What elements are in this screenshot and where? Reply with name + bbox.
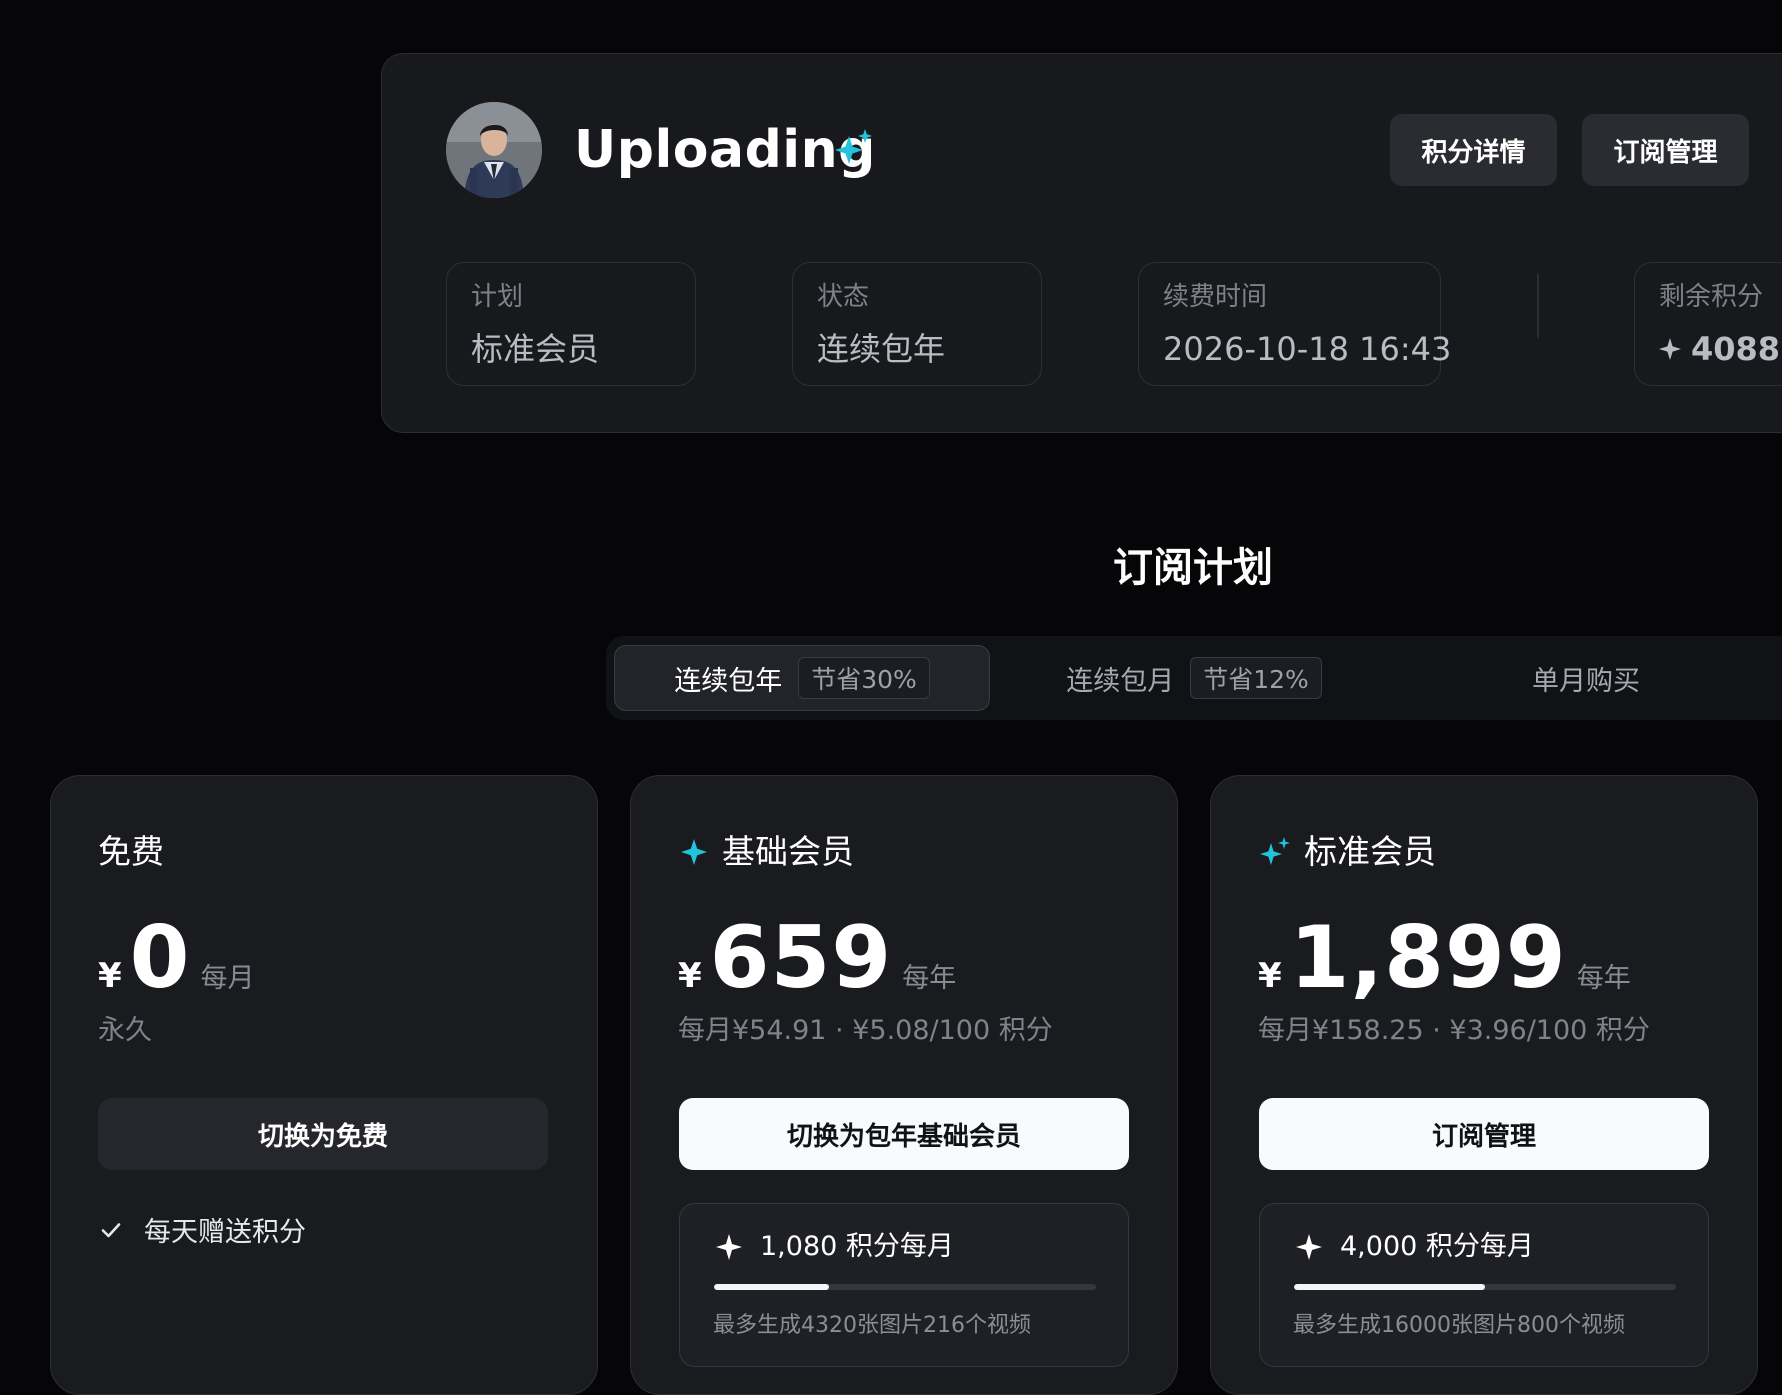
price-subtext: 每月¥158.25 · ¥3.96/100 积分 <box>1258 1015 1650 1046</box>
credits-amount: 1,080 积分每月 <box>760 1231 954 1262</box>
status-label: 状态 <box>817 282 870 312</box>
price-amount: 1,899 <box>1289 908 1567 1008</box>
tab-label: 连续包年 <box>674 665 783 697</box>
tab-monthly[interactable]: 连续包月 节省12% <box>1006 645 1382 711</box>
credits-progress-fill <box>714 1284 829 1290</box>
username: Uploading <box>574 120 876 180</box>
credits-info-box: 剩余积分 4088 <box>1634 262 1782 386</box>
credits-note: 最多生成16000张图片800个视频 <box>1293 1313 1625 1338</box>
credits-progress-fill <box>1294 1284 1485 1290</box>
plan-label: 计划 <box>471 282 524 312</box>
plan-name: 标准会员 <box>1304 832 1436 871</box>
sparkles-icon <box>834 128 874 172</box>
price-period: 每年 <box>902 963 957 994</box>
price-currency: ¥ <box>678 956 702 996</box>
status-info-box: 状态 连续包年 <box>792 262 1042 386</box>
sparkle-icon <box>1659 338 1681 360</box>
credits-amount: 4,000 积分每月 <box>1340 1231 1534 1262</box>
credits-value-row: 4088 <box>1659 327 1780 371</box>
feature-item: 每天赠送积分 <box>100 1210 306 1249</box>
price-amount: 0 <box>129 908 191 1008</box>
renew-value: 2026-10-18 16:43 <box>1163 330 1452 368</box>
price-row: ¥ 0 每月 <box>98 908 255 1008</box>
tab-yearly[interactable]: 连续包年 节省30% <box>614 645 990 711</box>
credits-label: 剩余积分 <box>1659 282 1764 312</box>
discount-badge: 节省12% <box>1190 657 1322 699</box>
avatar[interactable] <box>446 102 542 198</box>
credits-progress-bar <box>1294 1284 1676 1290</box>
feature-label: 每天赠送积分 <box>144 1217 306 1248</box>
plan-info-box: 计划 标准会员 <box>446 262 696 386</box>
renew-label: 续费时间 <box>1163 282 1268 312</box>
section-title: 订阅计划 <box>1113 545 1273 591</box>
price-currency: ¥ <box>1258 956 1282 996</box>
tab-label: 连续包月 <box>1066 665 1175 697</box>
plan-name-row: 基础会员 <box>680 830 854 874</box>
sparkles-icon <box>1260 837 1290 867</box>
switch-basic-button[interactable]: 切换为包年基础会员 <box>679 1098 1129 1170</box>
discount-badge: 节省30% <box>798 657 930 699</box>
plan-name: 基础会员 <box>722 832 854 871</box>
plan-name-row: 标准会员 <box>1260 830 1436 874</box>
price-amount: 659 <box>709 908 893 1008</box>
price-period: 每月 <box>200 963 255 994</box>
sparkle-icon <box>716 1234 742 1260</box>
plan-name: 免费 <box>98 832 164 871</box>
price-row: ¥ 1,899 每年 <box>1258 908 1631 1008</box>
renew-info-box: 续费时间 2026-10-18 16:43 <box>1138 262 1452 386</box>
price-subtext: 每月¥54.91 · ¥5.08/100 积分 <box>678 1015 1053 1046</box>
plan-value: 标准会员 <box>471 330 600 368</box>
sparkle-icon <box>680 838 708 866</box>
price-subtext: 永久 <box>98 1015 152 1046</box>
tab-single-month[interactable]: 单月购买 <box>1398 645 1774 711</box>
switch-free-button[interactable]: 切换为免费 <box>98 1098 548 1170</box>
tab-label: 单月购买 <box>1532 665 1640 697</box>
credits-detail-button[interactable]: 积分详情 <box>1390 114 1557 186</box>
credits-progress-bar <box>714 1284 1096 1290</box>
credits-line: 4,000 积分每月 <box>1296 1227 1534 1267</box>
check-icon <box>100 1219 122 1241</box>
subscription-manage-plan-button[interactable]: 订阅管理 <box>1259 1098 1709 1170</box>
sparkle-icon <box>1296 1234 1322 1260</box>
credits-value: 4088 <box>1691 330 1781 368</box>
price-currency: ¥ <box>98 956 122 996</box>
credits-line: 1,080 积分每月 <box>716 1227 954 1267</box>
status-value: 连续包年 <box>817 330 946 368</box>
price-row: ¥ 659 每年 <box>678 908 956 1008</box>
credits-note: 最多生成4320张图片216个视频 <box>713 1313 1031 1338</box>
subscription-manage-button[interactable]: 订阅管理 <box>1582 114 1749 186</box>
info-divider <box>1537 274 1539 338</box>
price-period: 每年 <box>1576 963 1631 994</box>
